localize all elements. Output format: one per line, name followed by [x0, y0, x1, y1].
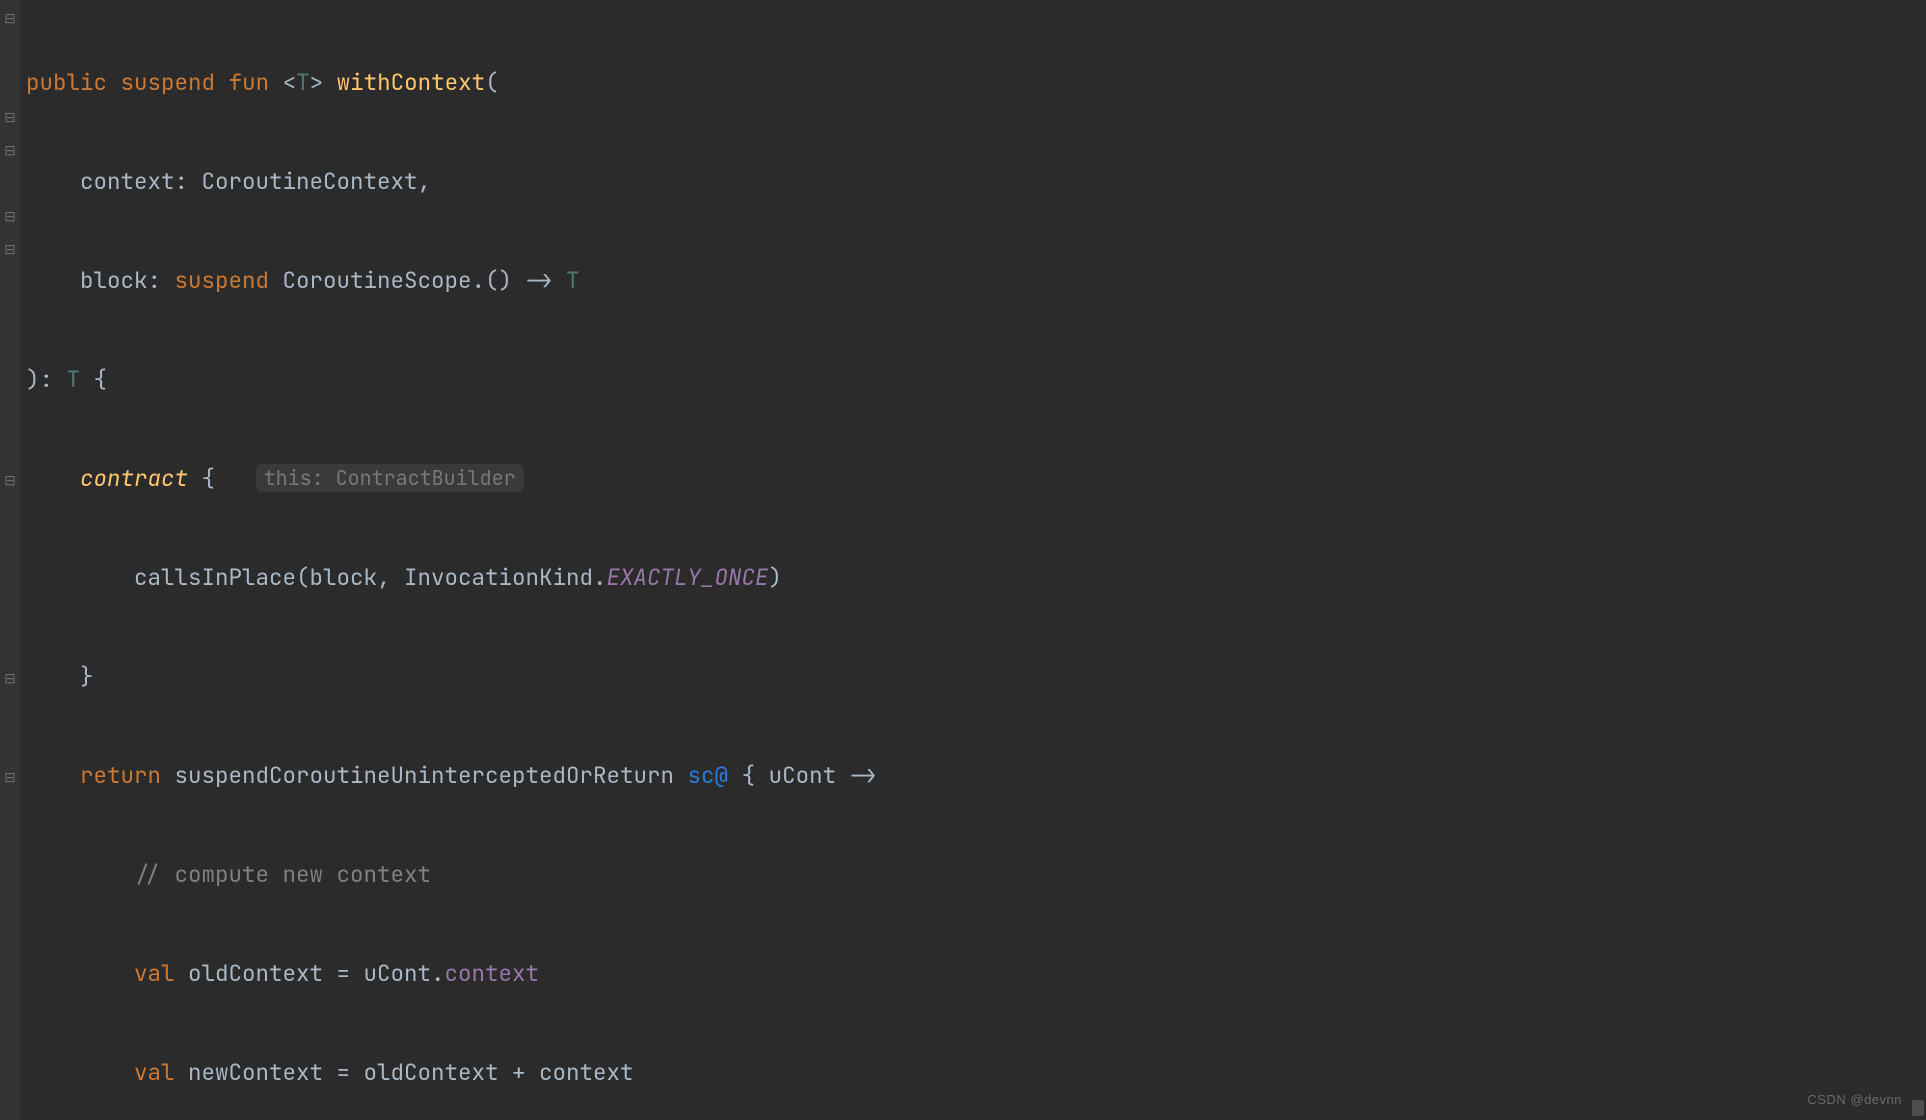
token-kw: val [134, 958, 175, 988]
token-id: context: CoroutineContext, [26, 166, 431, 196]
token-id: { [80, 364, 107, 394]
scrollbar-thumb[interactable] [1912, 1100, 1924, 1116]
inlay-hint: this: ContractBuilder [256, 464, 524, 492]
token-kw: public [26, 67, 107, 97]
token-id [26, 859, 134, 889]
fold-toggle-icon[interactable]: ⊟ [3, 771, 17, 785]
token-id: ) [769, 562, 783, 592]
token-id: block: [26, 265, 175, 295]
token-id [26, 1057, 134, 1087]
code-line: // compute new context [26, 858, 1908, 891]
fold-toggle-icon[interactable]: ⊟ [3, 111, 17, 125]
fold-toggle-icon[interactable]: ⊟ [3, 210, 17, 224]
code-line: public suspend fun <T> withContext( [26, 66, 1908, 99]
fold-toggle-icon[interactable]: ⊟ [3, 672, 17, 686]
token-enum: EXACTLY_ONCE [607, 562, 769, 592]
token-id: { [202, 463, 216, 493]
fold-toggle-icon[interactable]: ⊟ [3, 144, 17, 158]
code-line: } [26, 660, 1908, 693]
token-type: T [296, 67, 310, 97]
code-line: val oldContext = uCont.context [26, 957, 1908, 990]
token-id [188, 463, 202, 493]
token-id: ( [485, 67, 499, 97]
token-kw: fun [229, 67, 270, 97]
token-lbl: sc@ [688, 760, 729, 790]
token-comm: // compute new context [134, 859, 431, 889]
code-line: return suspendCoroutineUninterceptedOrRe… [26, 759, 1908, 792]
fold-toggle-icon[interactable]: ⊟ [3, 243, 17, 257]
token-id: CoroutineScope.() -> [269, 265, 566, 295]
watermark: CSDN @devnn [1807, 1083, 1902, 1116]
token-id [26, 958, 134, 988]
vertical-scrollbar[interactable] [1910, 0, 1926, 1120]
code-line: callsInPlace(block, InvocationKind.EXACT… [26, 561, 1908, 594]
token-kw: return [80, 760, 161, 790]
token-id [215, 67, 229, 97]
fold-toggle-icon[interactable]: ⊟ [3, 474, 17, 488]
token-id: oldContext = uCont. [175, 958, 445, 988]
code-editor[interactable]: ⊟⊟⊟⊟⊟⊟⊟⊟ public suspend fun <T> withCont… [0, 0, 1926, 1120]
token-id: callsInPlace(block, InvocationKind. [26, 562, 607, 592]
token-fn: withContext [337, 67, 486, 97]
code-line: contract { this: ContractBuilder [26, 462, 1908, 495]
gutter: ⊟ ⊟ ⊟ ⊟ ⊟ ⊟ ⊟ ⊟ [0, 0, 20, 1120]
token-id [26, 760, 80, 790]
token-id [215, 463, 256, 493]
token-id: newContext = oldContext + context [175, 1057, 634, 1087]
token-type: T [566, 265, 580, 295]
code-line: context: CoroutineContext, [26, 165, 1908, 198]
token-kw: val [134, 1057, 175, 1087]
token-id: uCont [755, 760, 850, 790]
token-id: < [269, 67, 296, 97]
token-type: T [67, 364, 81, 394]
token-kw: suspend [175, 265, 270, 295]
token-id [26, 463, 80, 493]
token-id: } [26, 661, 94, 691]
code-line: ): T { [26, 363, 1908, 396]
code-line: val newContext = oldContext + context [26, 1056, 1908, 1089]
token-kw: suspend [121, 67, 216, 97]
code-line: block: suspend CoroutineScope.() -> T [26, 264, 1908, 297]
token-prop: context [445, 958, 540, 988]
token-id: { [742, 760, 756, 790]
token-id [728, 760, 742, 790]
fold-toggle-icon[interactable]: ⊟ [3, 12, 17, 26]
token-id: ): [26, 364, 67, 394]
token-id [107, 67, 121, 97]
token-id: -> [850, 760, 877, 790]
token-id: suspendCoroutineUninterceptedOrReturn [161, 760, 688, 790]
code-area[interactable]: public suspend fun <T> withContext( cont… [26, 0, 1908, 1120]
token-fni: contract [80, 463, 188, 493]
token-id: > [310, 67, 337, 97]
